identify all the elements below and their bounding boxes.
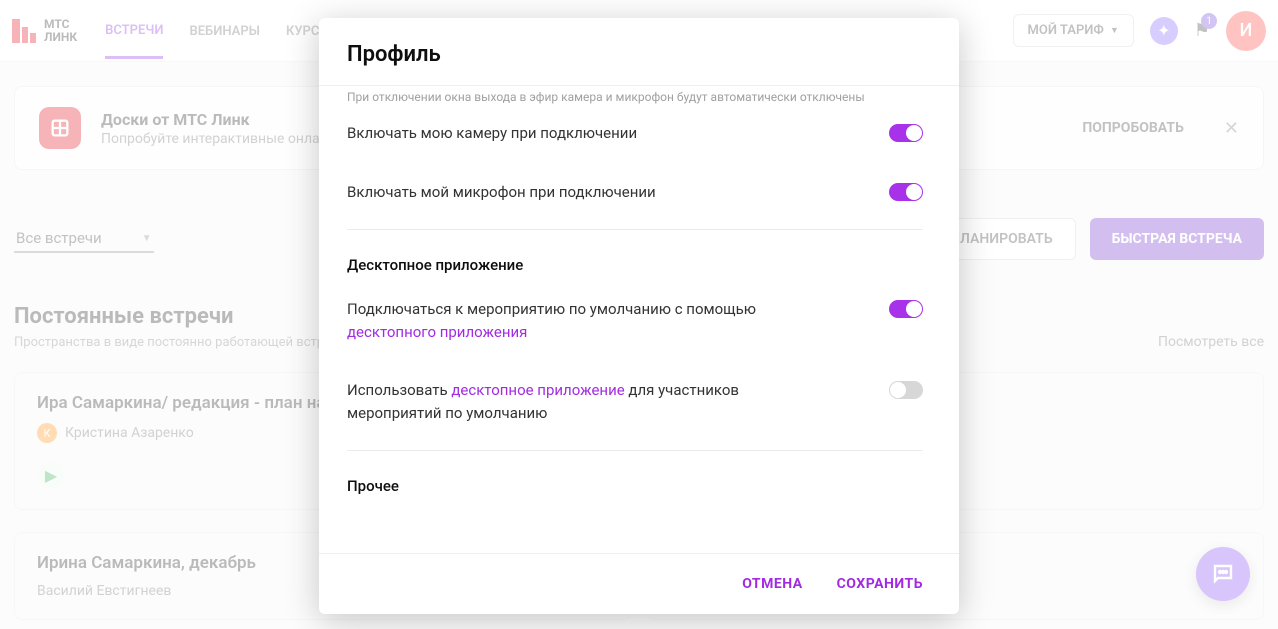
desktop-app-link[interactable]: десктопного приложения bbox=[347, 323, 527, 341]
setting-label: Подключаться к мероприятию по умолчанию … bbox=[347, 298, 827, 343]
setting-camera: Включать мою камеру при подключении bbox=[347, 104, 923, 163]
setting-label: Включать мою камеру при подключении bbox=[347, 122, 637, 145]
cancel-button[interactable]: ОТМЕНА bbox=[742, 576, 802, 592]
divider bbox=[347, 229, 923, 230]
setting-mic: Включать мой микрофон при подключении bbox=[347, 163, 923, 222]
toggle-join-desktop[interactable] bbox=[889, 300, 923, 318]
desktop-app-link[interactable]: десктопное приложение bbox=[451, 381, 624, 399]
group-desktop-title: Десктопное приложение bbox=[347, 238, 923, 280]
modal-body: При отключении окна выхода в эфир камера… bbox=[319, 85, 959, 554]
profile-modal: Профиль При отключении окна выхода в эфи… bbox=[319, 18, 959, 614]
modal-footer: ОТМЕНА СОХРАНИТЬ bbox=[319, 554, 959, 614]
setting-join-desktop: Подключаться к мероприятию по умолчанию … bbox=[347, 280, 923, 361]
setting-use-desktop: Использовать десктопное приложение для у… bbox=[347, 361, 923, 442]
camera-hint: При отключении окна выхода в эфир камера… bbox=[347, 86, 923, 104]
toggle-mic[interactable] bbox=[889, 183, 923, 201]
modal-title: Профиль bbox=[319, 18, 959, 85]
group-other-title: Прочее bbox=[347, 459, 923, 501]
setting-label: Включать мой микрофон при подключении bbox=[347, 181, 656, 204]
divider bbox=[347, 450, 923, 451]
toggle-camera[interactable] bbox=[889, 124, 923, 142]
toggle-use-desktop[interactable] bbox=[889, 381, 923, 399]
save-button[interactable]: СОХРАНИТЬ bbox=[837, 576, 923, 592]
setting-label: Использовать десктопное приложение для у… bbox=[347, 379, 827, 424]
modal-scroll[interactable]: При отключении окна выхода в эфир камера… bbox=[319, 86, 959, 553]
